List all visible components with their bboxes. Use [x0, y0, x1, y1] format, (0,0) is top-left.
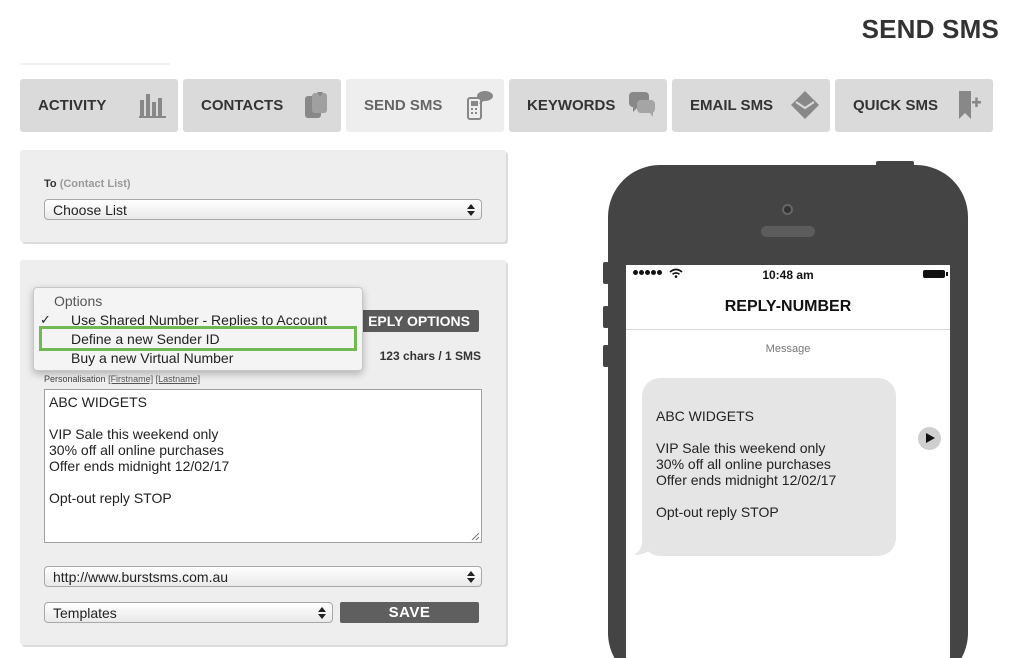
main-nav-tabs: ACTIVITY CONTACTS SEND SMS KEYWORDS EMAI…: [20, 63, 998, 132]
tab-email-sms-label: EMAIL SMS: [690, 97, 774, 114]
save-button[interactable]: SAVE: [340, 602, 479, 623]
tab-contacts-label: CONTACTS: [201, 97, 284, 114]
reply-options-label: EPLY OPTIONS: [368, 313, 470, 329]
bookmark-plus-icon: [959, 91, 981, 119]
save-label: SAVE: [388, 604, 431, 621]
char-count: 123 chars / 1 SMS: [379, 349, 481, 363]
message-caption: Message: [765, 343, 811, 355]
personalisation-row: Personalisation [Firstname] [Lastname]: [44, 374, 200, 384]
play-icon[interactable]: [918, 427, 941, 450]
status-time: 10:48 am: [762, 268, 814, 282]
tab-keywords-label: KEYWORDS: [527, 97, 616, 114]
tab-send-sms-label: SEND SMS: [364, 97, 443, 114]
url-select[interactable]: http://www.burstsms.com.au: [44, 566, 482, 587]
phone-speaker: [761, 226, 815, 237]
contact-list-select-value: Choose List: [53, 201, 127, 218]
recipient-panel: To (Contact List) Choose List: [20, 150, 506, 242]
message-bubble: ABC WIDGETS VIP Sale this weekend only 3…: [642, 378, 896, 556]
envelope-icon: [791, 91, 819, 119]
tab-keywords[interactable]: KEYWORDS: [509, 79, 667, 132]
contact-list-select[interactable]: Choose List: [44, 199, 482, 220]
conversation-title: REPLY-NUMBER: [724, 298, 852, 315]
phone-screen: 10:48 am REPLY-NUMBER Message ABC WIDGET…: [626, 265, 950, 658]
battery-icon: [923, 270, 948, 278]
speech-bubbles-icon: [629, 92, 655, 117]
to-label-text: To: [44, 178, 57, 190]
page-title: SEND SMS: [861, 14, 999, 44]
message-textarea[interactable]: ABC WIDGETS VIP Sale this weekend only 3…: [44, 389, 482, 543]
status-bar: 10:48 am: [626, 265, 950, 285]
templates-select[interactable]: Templates: [44, 602, 333, 623]
tab-top-divider: [20, 63, 170, 65]
url-select-value: http://www.burstsms.com.au: [53, 568, 229, 585]
tab-email-sms[interactable]: EMAIL SMS: [672, 79, 830, 132]
select-arrows-icon: [318, 606, 326, 619]
sender-id-highlight: [39, 326, 357, 351]
message-text: ABC WIDGETS VIP Sale this weekend only 3…: [49, 394, 230, 506]
tab-send-sms[interactable]: SEND SMS: [346, 79, 504, 132]
insert-lastname-link[interactable]: [Lastname]: [156, 374, 201, 384]
tab-quick-sms-label: QUICK SMS: [853, 97, 939, 114]
tab-quick-sms[interactable]: QUICK SMS: [835, 79, 993, 132]
to-label: To (Contact List): [44, 178, 131, 190]
reply-options-button[interactable]: EPLY OPTIONS: [350, 310, 479, 332]
tab-contacts[interactable]: CONTACTS: [183, 79, 341, 132]
phone-sms-icon: [467, 91, 493, 120]
phone-camera: [782, 204, 793, 215]
resize-grip-icon[interactable]: [470, 531, 480, 541]
bar-chart-icon: [139, 94, 166, 118]
select-arrows-icon: [467, 570, 475, 583]
nav-divider: [626, 329, 950, 330]
insert-firstname-link[interactable]: [Firstname]: [108, 374, 153, 384]
tab-activity[interactable]: ACTIVITY: [20, 79, 178, 132]
contacts-cards-icon: [305, 92, 327, 118]
personalisation-label: Personalisation: [44, 374, 106, 384]
option-buy-virtual-number[interactable]: Buy a new Virtual Number: [71, 350, 233, 366]
tab-activity-label: ACTIVITY: [38, 97, 107, 114]
select-arrows-icon: [467, 203, 475, 216]
contact-list-hint: (Contact List): [59, 178, 131, 190]
dropdown-header: Options: [54, 293, 103, 309]
templates-select-value: Templates: [53, 604, 117, 621]
